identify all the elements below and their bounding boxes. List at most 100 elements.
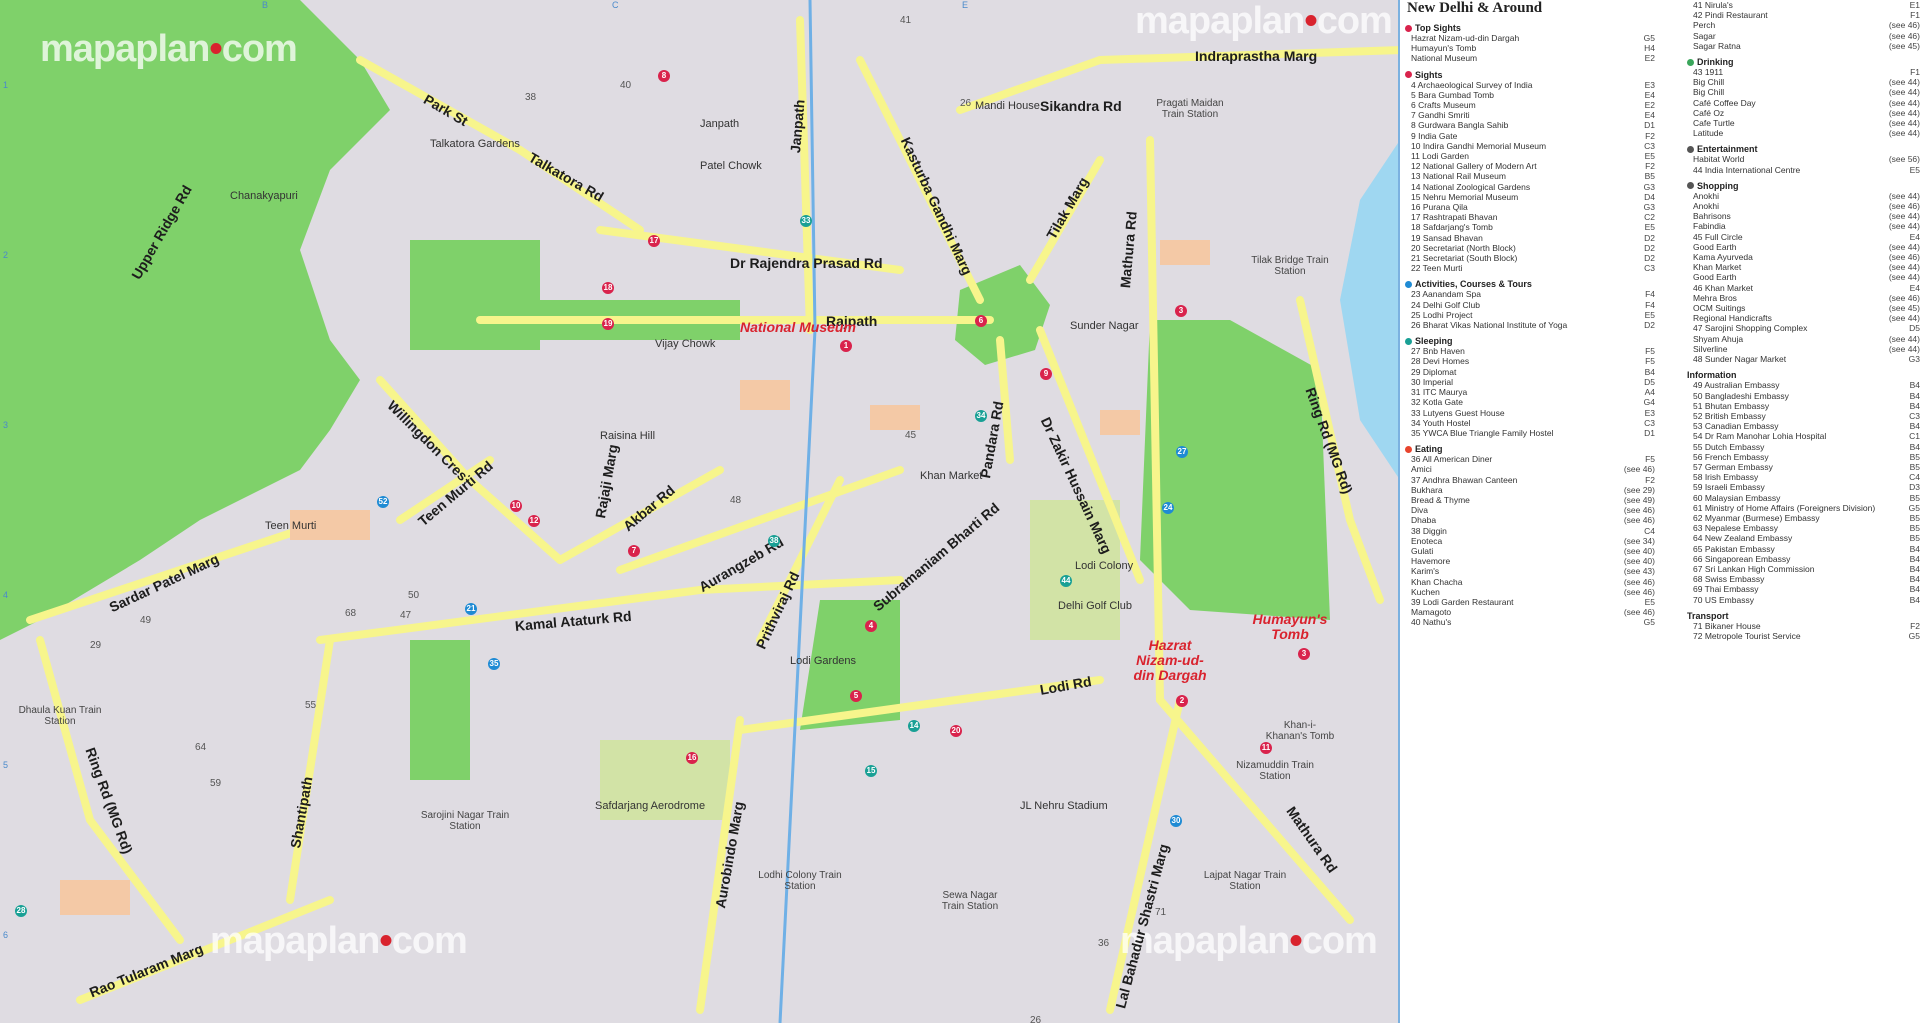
- legend-item[interactable]: 53 Canadian Embassy B4: [1687, 421, 1920, 431]
- legend-item[interactable]: 67 Sri Lankan High Commission B4: [1687, 564, 1920, 574]
- legend-item[interactable]: Enoteca (see 34): [1405, 536, 1655, 546]
- info-marker[interactable]: 30: [1170, 815, 1182, 827]
- sight-marker[interactable]: 3: [1175, 305, 1187, 317]
- legend-item[interactable]: Big Chill (see 44): [1687, 77, 1920, 87]
- legend-item[interactable]: 30 Imperial D5: [1405, 377, 1655, 387]
- legend-item[interactable]: Khan Market (see 44): [1687, 262, 1920, 272]
- sleep-marker[interactable]: 15: [865, 765, 877, 777]
- legend-item[interactable]: National Museum E2: [1405, 53, 1655, 63]
- legend-item[interactable]: 33 Lutyens Guest House E3: [1405, 408, 1655, 418]
- legend-item[interactable]: OCM Suitings (see 45): [1687, 303, 1920, 313]
- legend-item[interactable]: 31 ITC Maurya A4: [1405, 387, 1655, 397]
- legend-item[interactable]: 38 Diggin C4: [1405, 526, 1655, 536]
- info-marker[interactable]: 24: [1162, 502, 1174, 514]
- sight-marker[interactable]: 5: [850, 690, 862, 702]
- highlight-national-museum[interactable]: National Museum: [740, 320, 856, 335]
- legend-item[interactable]: 44 India International Centre E5: [1687, 165, 1920, 175]
- legend-item[interactable]: Karim's (see 43): [1405, 566, 1655, 576]
- legend-item[interactable]: Kama Ayurveda (see 46): [1687, 252, 1920, 262]
- highlight-humayuns-tomb[interactable]: Humayun's Tomb: [1250, 612, 1330, 642]
- legend-item[interactable]: 46 Khan Market E4: [1687, 283, 1920, 293]
- legend-item[interactable]: Havemore (see 40): [1405, 556, 1655, 566]
- legend-item[interactable]: Café Coffee Day (see 44): [1687, 98, 1920, 108]
- legend-item[interactable]: 13 National Rail Museum B5: [1405, 171, 1655, 181]
- legend-item[interactable]: 59 Israeli Embassy D3: [1687, 482, 1920, 492]
- legend-item[interactable]: 52 British Embassy C3: [1687, 411, 1920, 421]
- legend-item[interactable]: 18 Safdarjang's Tomb E5: [1405, 222, 1655, 232]
- legend-item[interactable]: 24 Delhi Golf Club F4: [1405, 300, 1655, 310]
- sleep-marker[interactable]: 44: [1060, 575, 1072, 587]
- legend-item[interactable]: 25 Lodhi Project E5: [1405, 310, 1655, 320]
- legend-item[interactable]: 34 Youth Hostel C3: [1405, 418, 1655, 428]
- legend-item[interactable]: 40 Nathu's G5: [1405, 617, 1655, 627]
- legend-item[interactable]: 72 Metropole Tourist Service G5: [1687, 631, 1920, 641]
- legend-item[interactable]: 51 Bhutan Embassy B4: [1687, 401, 1920, 411]
- legend-item[interactable]: 20 Secretariat (North Block) D2: [1405, 243, 1655, 253]
- sight-marker[interactable]: 11: [1260, 742, 1272, 754]
- sleep-marker[interactable]: 34: [975, 410, 987, 422]
- legend-item[interactable]: 9 India Gate F2: [1405, 131, 1655, 141]
- legend-item[interactable]: 29 Diplomat B4: [1405, 367, 1655, 377]
- legend-item[interactable]: 70 US Embassy B4: [1687, 595, 1920, 605]
- legend-item[interactable]: 64 New Zealand Embassy B5: [1687, 533, 1920, 543]
- legend-item[interactable]: Regional Handicrafts (see 44): [1687, 313, 1920, 323]
- legend-item[interactable]: 11 Lodi Garden E5: [1405, 151, 1655, 161]
- legend-item[interactable]: 22 Teen Murti C3: [1405, 263, 1655, 273]
- legend-item[interactable]: Latitude (see 44): [1687, 128, 1920, 138]
- legend-item[interactable]: 17 Rashtrapati Bhavan C2: [1405, 212, 1655, 222]
- legend-item[interactable]: 55 Dutch Embassy B4: [1687, 442, 1920, 452]
- legend-item[interactable]: Gulati (see 40): [1405, 546, 1655, 556]
- legend-item[interactable]: 58 Irish Embassy C4: [1687, 472, 1920, 482]
- sight-marker[interactable]: 10: [510, 500, 522, 512]
- legend-item[interactable]: Diva (see 46): [1405, 505, 1655, 515]
- legend-item[interactable]: 5 Bara Gumbad Tomb E4: [1405, 90, 1655, 100]
- legend-item[interactable]: Bahrisons (see 44): [1687, 211, 1920, 221]
- legend-item[interactable]: 35 YWCA Blue Triangle Family Hostel D1: [1405, 428, 1655, 438]
- legend-item[interactable]: 10 Indira Gandhi Memorial Museum C3: [1405, 141, 1655, 151]
- sight-marker[interactable]: 9: [1040, 368, 1052, 380]
- legend-item[interactable]: Anokhi (see 46): [1687, 201, 1920, 211]
- legend-item[interactable]: Café Oz (see 44): [1687, 108, 1920, 118]
- legend-item[interactable]: 68 Swiss Embassy B4: [1687, 574, 1920, 584]
- legend-item[interactable]: 57 German Embassy B5: [1687, 462, 1920, 472]
- legend-item[interactable]: Good Earth (see 44): [1687, 242, 1920, 252]
- legend-item[interactable]: Anokhi (see 44): [1687, 191, 1920, 201]
- sight-marker[interactable]: 3: [1298, 648, 1310, 660]
- legend-item[interactable]: 48 Sunder Nagar Market G3: [1687, 354, 1920, 364]
- sight-marker[interactable]: 4: [865, 620, 877, 632]
- legend-item[interactable]: 4 Archaeological Survey of India E3: [1405, 80, 1655, 90]
- legend-item[interactable]: Cafe Turtle (see 44): [1687, 118, 1920, 128]
- sight-marker[interactable]: 8: [658, 70, 670, 82]
- legend-item[interactable]: 23 Aanandam Spa F4: [1405, 289, 1655, 299]
- info-marker[interactable]: 27: [1176, 446, 1188, 458]
- legend-item[interactable]: 50 Bangladeshi Embassy B4: [1687, 391, 1920, 401]
- legend-item[interactable]: 65 Pakistan Embassy B4: [1687, 544, 1920, 554]
- sight-marker[interactable]: 1: [840, 340, 852, 352]
- legend-item[interactable]: 37 Andhra Bhawan Canteen F2: [1405, 475, 1655, 485]
- sight-marker[interactable]: 12: [528, 515, 540, 527]
- sight-marker[interactable]: 6: [975, 315, 987, 327]
- legend-item[interactable]: Big Chill (see 44): [1687, 87, 1920, 97]
- legend-item[interactable]: 14 National Zoological Gardens G3: [1405, 182, 1655, 192]
- legend-item[interactable]: Sagar Ratna (see 45): [1687, 41, 1920, 51]
- legend-item[interactable]: Dhaba (see 46): [1405, 515, 1655, 525]
- sleep-marker[interactable]: 33: [800, 215, 812, 227]
- legend-item[interactable]: Good Earth (see 44): [1687, 272, 1920, 282]
- legend-item[interactable]: 71 Bikaner House F2: [1687, 621, 1920, 631]
- info-marker[interactable]: 35: [488, 658, 500, 670]
- legend-item[interactable]: 41 Nirula's E1: [1687, 0, 1920, 10]
- legend-item[interactable]: 61 Ministry of Home Affairs (Foreigners …: [1687, 503, 1920, 513]
- legend-item[interactable]: 28 Devi Homes F5: [1405, 356, 1655, 366]
- legend-item[interactable]: Khan Chacha (see 46): [1405, 577, 1655, 587]
- legend-item[interactable]: 49 Australian Embassy B4: [1687, 380, 1920, 390]
- legend-item[interactable]: 15 Nehru Memorial Museum D4: [1405, 192, 1655, 202]
- legend-item[interactable]: 12 National Gallery of Modern Art F2: [1405, 161, 1655, 171]
- legend-item[interactable]: 63 Nepalese Embassy B5: [1687, 523, 1920, 533]
- legend-item[interactable]: 45 Full Circle E4: [1687, 232, 1920, 242]
- legend-item[interactable]: 8 Gurdwara Bangla Sahib D1: [1405, 120, 1655, 130]
- sight-marker[interactable]: 2: [1176, 695, 1188, 707]
- sight-marker[interactable]: 18: [602, 282, 614, 294]
- legend-item[interactable]: 56 French Embassy B5: [1687, 452, 1920, 462]
- legend-item[interactable]: Silverline (see 44): [1687, 344, 1920, 354]
- sight-marker[interactable]: 7: [628, 545, 640, 557]
